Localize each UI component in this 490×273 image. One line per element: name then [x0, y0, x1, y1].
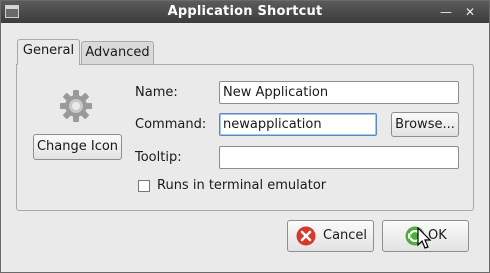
terminal-label[interactable]: Runs in terminal emulator: [157, 178, 326, 193]
close-icon[interactable]: ✕: [461, 3, 479, 21]
application-shortcut-dialog: Application Shortcut — ✕ General Advance…: [0, 0, 490, 273]
command-field[interactable]: [219, 113, 377, 136]
window-title: Application Shortcut: [167, 4, 323, 19]
cancel-label: Cancel: [323, 228, 368, 243]
tab-advanced[interactable]: Advanced: [81, 41, 154, 64]
titlebar[interactable]: Application Shortcut — ✕: [1, 1, 489, 23]
mouse-pointer-icon: [417, 227, 432, 249]
tooltip-field[interactable]: [219, 146, 459, 169]
name-field[interactable]: [219, 81, 459, 104]
browse-button[interactable]: Browse...: [391, 112, 459, 137]
cancel-button[interactable]: Cancel: [287, 220, 374, 252]
tab-general[interactable]: General: [17, 39, 80, 65]
cancel-icon: [296, 226, 316, 246]
name-label: Name:: [135, 85, 178, 100]
change-icon-button[interactable]: Change Icon: [33, 134, 122, 160]
command-label: Command:: [135, 117, 207, 132]
minimize-icon[interactable]: —: [437, 3, 455, 21]
tooltip-label: Tooltip:: [135, 150, 182, 165]
terminal-checkbox[interactable]: [138, 180, 150, 192]
gear-icon: [60, 90, 92, 122]
